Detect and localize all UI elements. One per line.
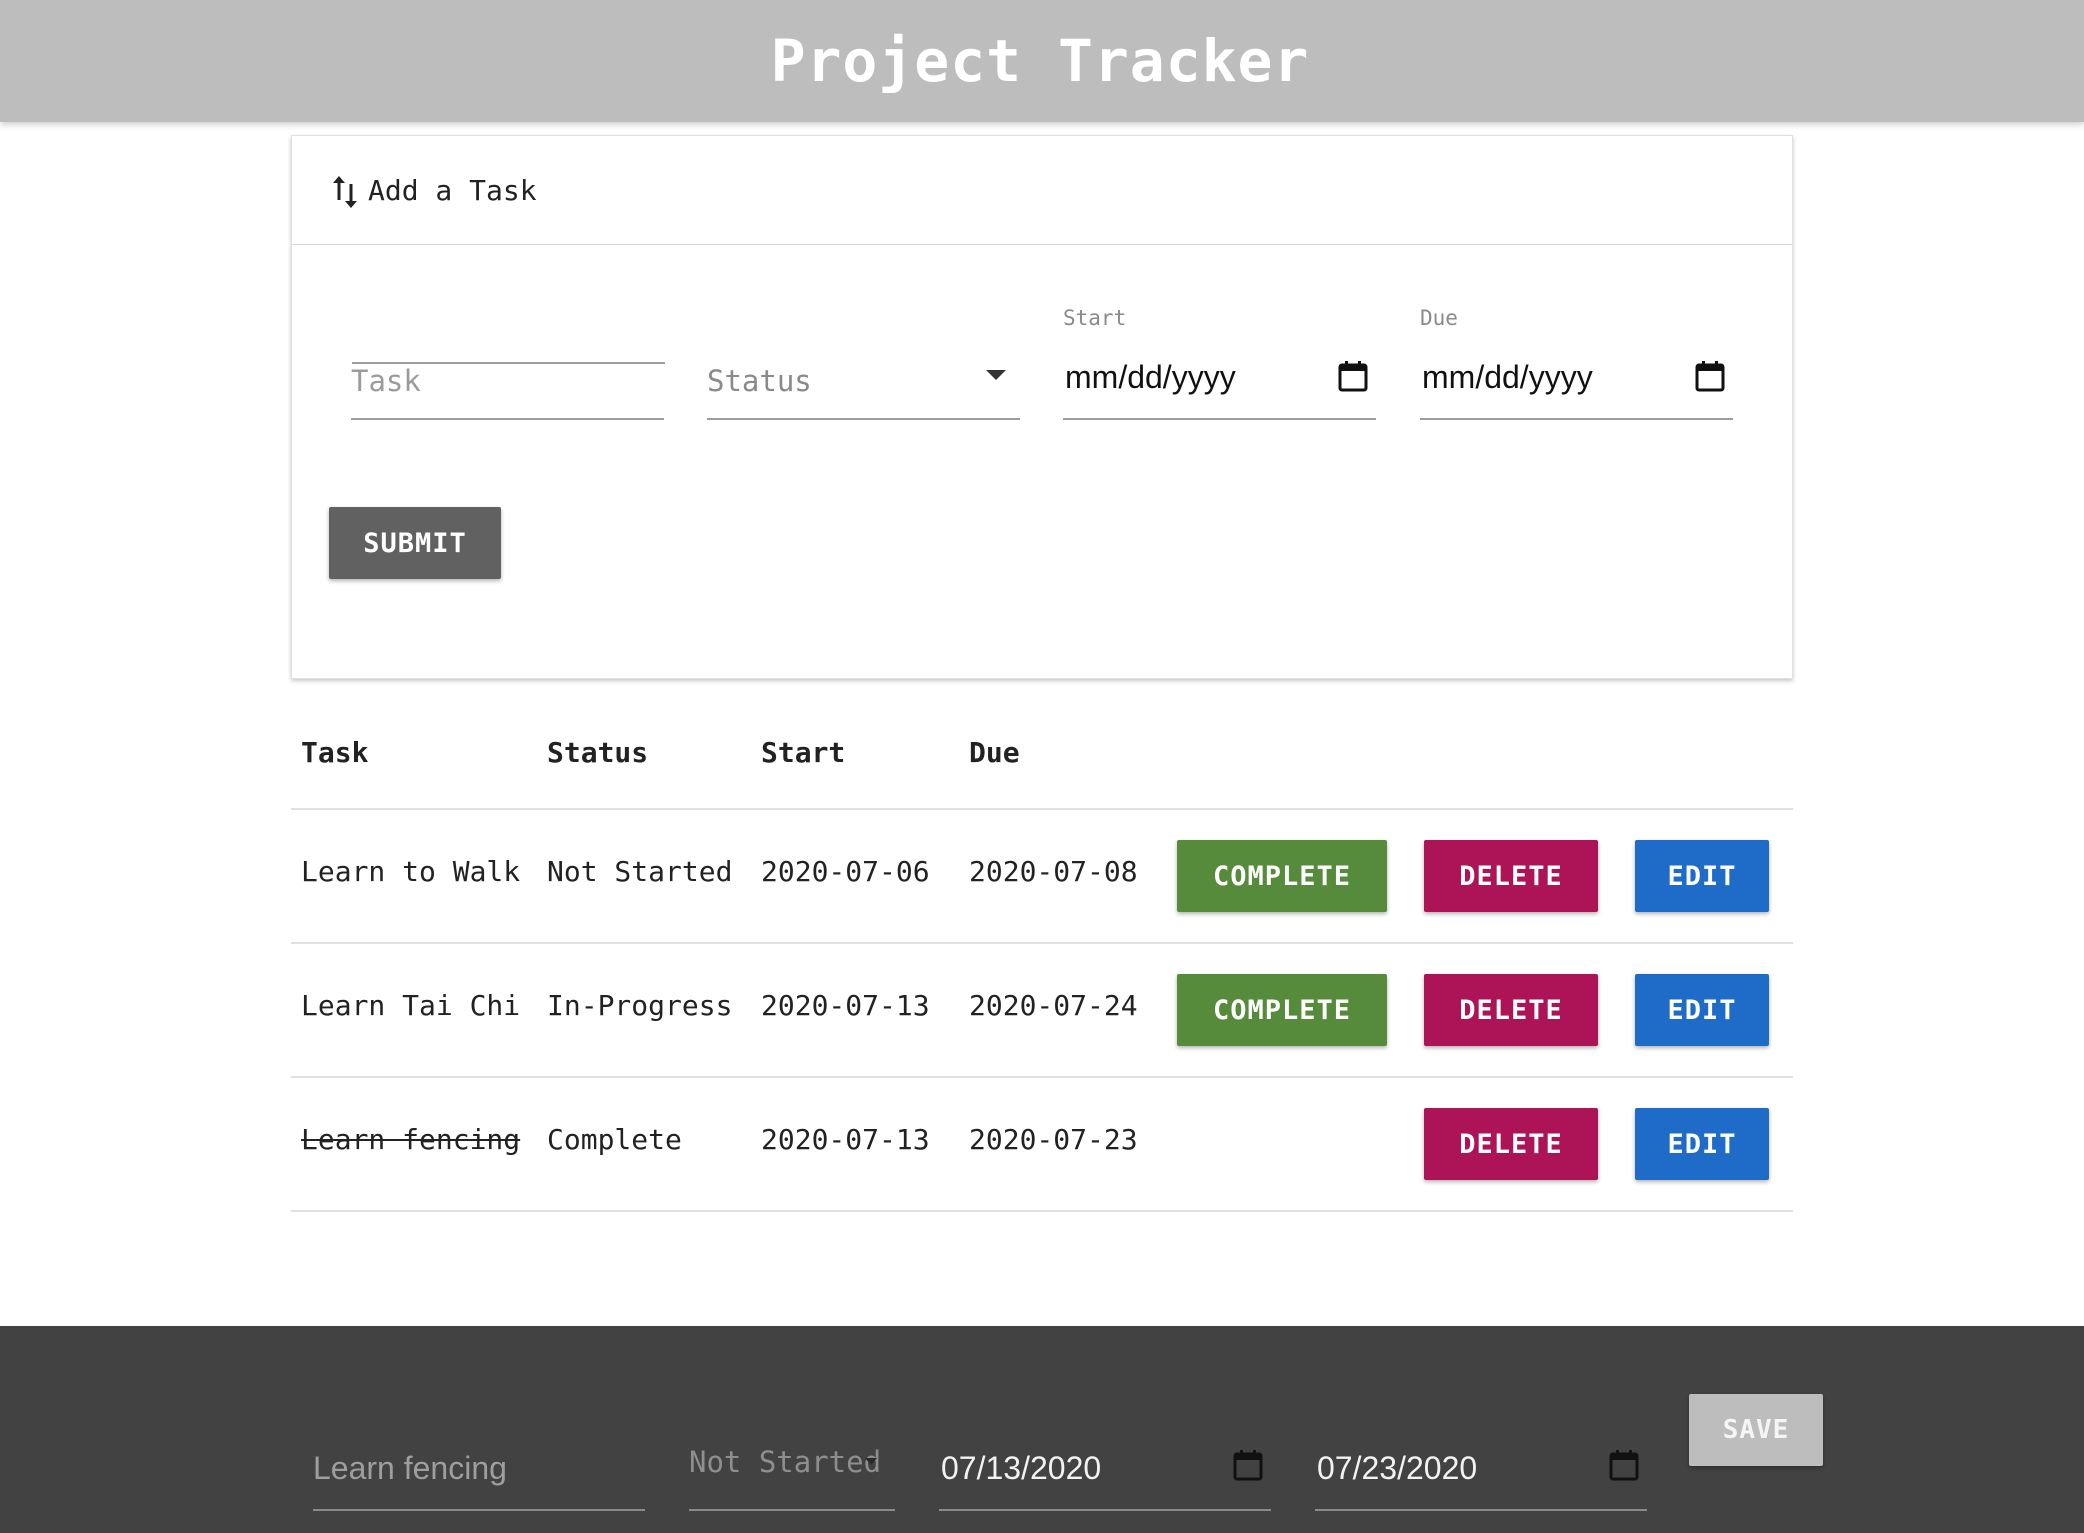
edit-task-bar: Learn fencing Not Started 07/13/2020 07/…	[0, 1326, 2084, 1533]
task-name: Learn Tai Chi	[301, 989, 521, 1022]
header-start: Start	[761, 736, 846, 769]
task-due: 2020-07-08	[969, 855, 1138, 888]
start-date-value: mm/dd/yyyy	[1065, 359, 1236, 395]
dropdown-arrow-icon	[986, 370, 1006, 380]
edit-start-date-input[interactable]: 07/13/2020	[939, 1419, 1271, 1511]
task-start: 2020-07-06	[761, 855, 930, 888]
header-task: Task	[301, 736, 369, 769]
task-field-wrapper	[352, 136, 665, 364]
due-date-value: mm/dd/yyyy	[1422, 359, 1593, 395]
due-date-input[interactable]: Due mm/dd/yyyy	[1420, 306, 1733, 420]
complete-button[interactable]: COMPLETE	[1177, 840, 1387, 912]
calendar-icon[interactable]	[1695, 360, 1725, 392]
task-input[interactable]: Task	[351, 334, 664, 420]
task-due: 2020-07-24	[969, 989, 1138, 1022]
edit-due-value: 07/23/2020	[1317, 1450, 1478, 1486]
edit-button[interactable]: EDIT	[1635, 1108, 1769, 1180]
complete-button[interactable]: COMPLETE	[1177, 974, 1387, 1046]
submit-button[interactable]: SUBMIT	[329, 507, 501, 579]
status-select[interactable]: Status	[707, 334, 1020, 420]
delete-button[interactable]: DELETE	[1424, 974, 1598, 1046]
delete-button[interactable]: DELETE	[1424, 840, 1598, 912]
edit-button[interactable]: EDIT	[1635, 974, 1769, 1046]
edit-task-input[interactable]: Learn fencing	[313, 1419, 645, 1511]
app-title: Project Tracker	[770, 27, 1310, 95]
task-name: Learn fencing	[301, 1123, 521, 1156]
start-label: Start	[1063, 306, 1127, 330]
table-row: Learn Tai Chi In-Progress 2020-07-13 202…	[291, 944, 1793, 1078]
edit-due-date-input[interactable]: 07/23/2020	[1315, 1419, 1647, 1511]
task-due: 2020-07-23	[969, 1123, 1138, 1156]
edit-start-value: 07/13/2020	[941, 1450, 1102, 1486]
task-name: Learn to Walk	[301, 855, 521, 888]
table-row: Learn fencing Complete 2020-07-13 2020-0…	[291, 1078, 1793, 1212]
header-status: Status	[547, 736, 649, 769]
calendar-icon[interactable]	[1609, 1449, 1639, 1481]
table-header: Task Status Start Due	[291, 700, 1793, 810]
due-label: Due	[1420, 306, 1458, 330]
task-status: Not Started	[547, 855, 733, 888]
edit-task-value: Learn fencing	[313, 1450, 507, 1486]
edit-status-select[interactable]: Not Started	[689, 1419, 895, 1511]
calendar-icon[interactable]	[1338, 360, 1368, 392]
edit-button[interactable]: EDIT	[1635, 840, 1769, 912]
task-status: In-Progress	[547, 989, 733, 1022]
task-start: 2020-07-13	[761, 989, 930, 1022]
save-button[interactable]: SAVE	[1689, 1394, 1823, 1466]
header-due: Due	[969, 736, 1020, 769]
table-row: Learn to Walk Not Started 2020-07-06 202…	[291, 810, 1793, 944]
task-start: 2020-07-13	[761, 1123, 930, 1156]
task-placeholder: Task	[351, 364, 421, 398]
task-status: Complete	[547, 1123, 682, 1156]
start-date-input[interactable]: Start mm/dd/yyyy	[1063, 306, 1376, 420]
delete-button[interactable]: DELETE	[1424, 1108, 1598, 1180]
edit-status-value: Not Started	[689, 1445, 882, 1479]
status-placeholder: Status	[707, 364, 812, 398]
app-header: Project Tracker	[0, 0, 2084, 122]
calendar-icon[interactable]	[1233, 1449, 1263, 1481]
dropdown-arrow-icon	[865, 1458, 877, 1465]
task-table: Task Status Start Due Learn to Walk Not …	[291, 700, 1793, 1212]
